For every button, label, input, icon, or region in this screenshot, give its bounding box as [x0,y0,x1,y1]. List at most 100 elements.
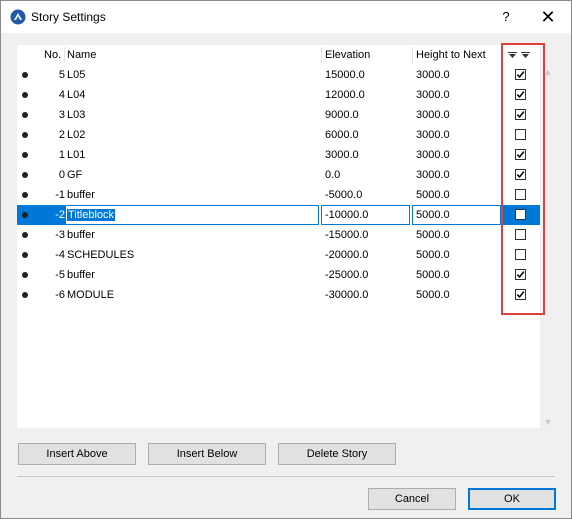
story-height: 3000.0 [416,149,450,161]
story-marker-icon [22,72,28,78]
story-height: 3000.0 [416,129,450,141]
story-height: 5000.0 [416,249,450,261]
visibility-checkbox[interactable] [515,209,526,220]
story-height: 5000.0 [416,269,450,281]
column-separator [321,47,322,63]
story-height: 3000.0 [416,69,450,81]
story-name: L02 [67,129,86,141]
table-row[interactable]: -1 buffer -5000.0 5000.0 [17,185,540,205]
story-name: MODULE [67,289,115,301]
scroll-up-icon[interactable]: ▲ [542,67,554,77]
story-elevation: -10000.0 [325,209,369,221]
story-name: L01 [67,149,86,161]
visibility-checkbox[interactable] [515,109,526,120]
story-name: buffer [67,269,95,281]
story-elevation: -5000.0 [325,189,363,201]
table-row[interactable]: 1 L01 3000.0 3000.0 [17,145,540,165]
visibility-checkbox[interactable] [515,249,526,260]
column-header-height[interactable]: Height to Next [416,49,486,61]
insert-above-button[interactable]: Insert Above [18,443,136,465]
column-header-elevation[interactable]: Elevation [325,49,370,61]
story-elevation: 3000.0 [325,149,359,161]
story-marker-icon [22,172,28,178]
story-elevation: 12000.0 [325,89,365,101]
table-row[interactable]: 5 L05 15000.0 3000.0 [17,65,540,85]
story-name: buffer [67,229,95,241]
story-height: 3000.0 [416,169,450,181]
visibility-checkbox[interactable] [515,149,526,160]
story-height: 5000.0 [416,209,450,221]
story-number: 2 [58,129,65,141]
footer-divider [17,476,555,477]
column-separator [412,47,413,63]
story-name: L05 [67,69,86,81]
visibility-checkbox[interactable] [515,189,526,200]
story-height: 5000.0 [416,229,450,241]
scroll-down-icon[interactable]: ▼ [542,417,554,427]
story-marker-icon [22,192,28,198]
story-elevation: -30000.0 [325,289,369,301]
table-row[interactable]: 0 GF 0.0 3000.0 [17,165,540,185]
story-name: L03 [67,109,86,121]
table-row[interactable]: 2 L02 6000.0 3000.0 [17,125,540,145]
table-row[interactable]: 4 L04 12000.0 3000.0 [17,85,540,105]
visibility-checkbox[interactable] [515,269,526,280]
story-marker-icon [22,252,28,258]
table-row[interactable]: -6 MODULE -30000.0 5000.0 [17,285,540,305]
visibility-checkbox[interactable] [515,89,526,100]
story-marker-icon [22,132,28,138]
visibility-checkbox[interactable] [515,229,526,240]
table-row[interactable]: -5 buffer -25000.0 5000.0 [17,265,540,285]
story-marker-icon [22,112,28,118]
story-elevation: 9000.0 [325,109,359,121]
story-name: SCHEDULES [67,249,135,261]
table-row[interactable]: -3 buffer -15000.0 5000.0 [17,225,540,245]
visibility-checkbox[interactable] [515,129,526,140]
story-elevation: -15000.0 [325,229,369,241]
app-logo-icon [10,9,26,25]
table-row[interactable]: -2 Titleblock -10000.0 5000.0 [17,205,540,225]
visibility-checkbox[interactable] [515,69,526,80]
visibility-checkbox[interactable] [515,169,526,180]
title-bar: Story Settings ? ✕ [1,1,571,33]
visibility-sort-icon[interactable] [508,51,532,59]
column-separator [64,47,65,63]
table-row[interactable]: 3 L03 9000.0 3000.0 [17,105,540,125]
story-number: 3 [58,109,65,121]
story-elevation: 6000.0 [325,129,359,141]
story-marker-icon [22,92,28,98]
story-elevation: 0.0 [325,169,341,181]
delete-story-button[interactable]: Delete Story [278,443,396,465]
story-elevation: -20000.0 [325,249,369,261]
story-height: 5000.0 [416,289,450,301]
story-elevation: 15000.0 [325,69,365,81]
story-name: L04 [67,89,86,101]
story-elevation: -25000.0 [325,269,369,281]
column-header-no[interactable]: No. [44,49,61,61]
story-marker-icon [22,232,28,238]
story-marker-icon [22,292,28,298]
story-number: 0 [58,169,65,181]
table-row[interactable]: -4 SCHEDULES -20000.0 5000.0 [17,245,540,265]
story-height: 3000.0 [416,89,450,101]
ok-button[interactable]: OK [468,488,556,510]
help-button[interactable]: ? [494,5,518,29]
table-header: No. Name Elevation Height to Next [17,45,540,65]
column-header-name[interactable]: Name [67,49,96,61]
story-height: 5000.0 [416,189,450,201]
story-name-text[interactable]: Titleblock [67,209,116,221]
story-number: -3 [55,229,65,241]
story-marker-icon [22,272,28,278]
story-name: GF [67,169,83,181]
story-height: 3000.0 [416,109,450,121]
insert-below-button[interactable]: Insert Below [148,443,266,465]
story-number: -5 [55,269,65,281]
story-number: -1 [55,189,65,201]
cancel-button[interactable]: Cancel [368,488,456,510]
story-name[interactable]: Titleblock [67,209,116,221]
story-number: 5 [58,69,65,81]
visibility-checkbox[interactable] [515,289,526,300]
close-button[interactable]: ✕ [536,5,560,29]
story-number: -6 [55,289,65,301]
story-number: -2 [55,209,65,221]
